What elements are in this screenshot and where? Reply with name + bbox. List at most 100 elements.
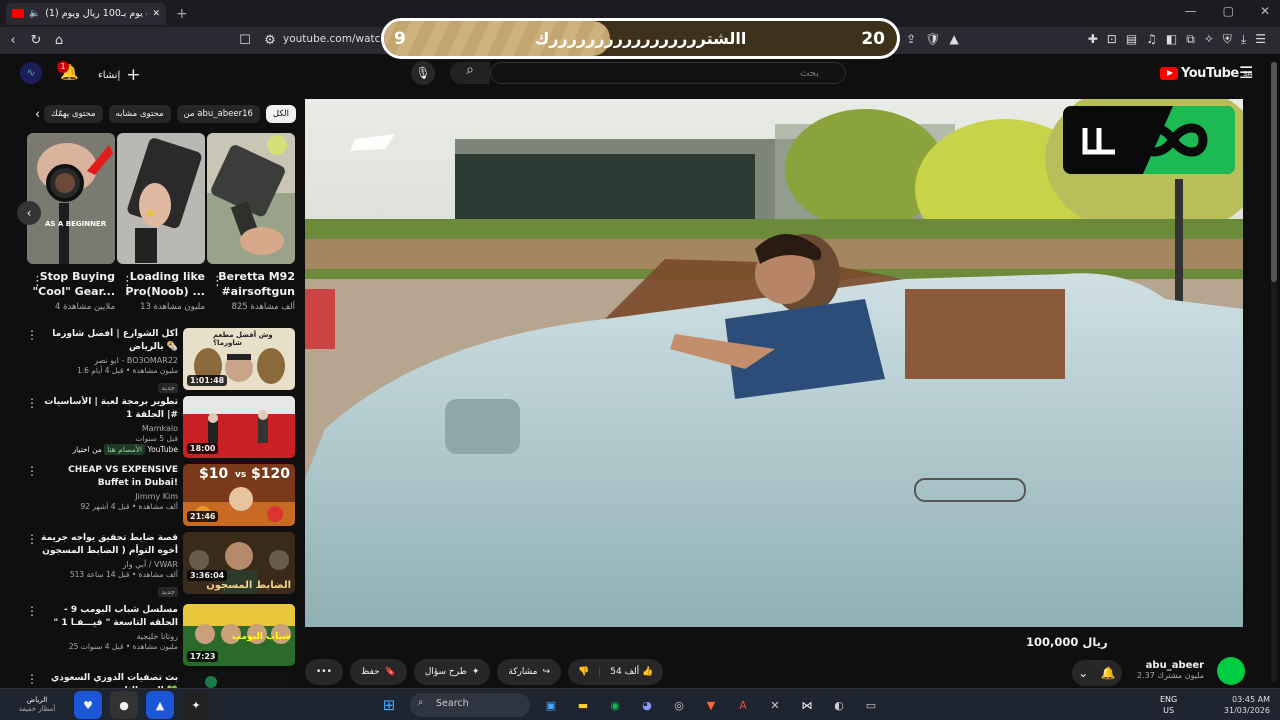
video-title[interactable]: بث تصفيات الدوري السعودي اليوم الثاني 💚: [38, 672, 178, 688]
obs-icon[interactable]: ◐: [828, 694, 850, 716]
app-icon[interactable]: ●: [110, 691, 138, 719]
channel-name[interactable]: abu_abeer: [1137, 660, 1204, 671]
browser-tab[interactable]: 🔈 (1) عشت يوم بـ100 ريال ويوم ✕: [6, 2, 166, 25]
close-tab-icon[interactable]: ✕: [152, 9, 160, 19]
video-player[interactable]: [305, 99, 1243, 627]
close-window-button[interactable]: ✕: [1260, 4, 1270, 18]
site-settings-icon[interactable]: ⚙: [260, 31, 280, 51]
recommendation-item[interactable]: $10 vs $120 21:46 CHEAP VS EXPENSIVE Buf…: [20, 464, 295, 526]
share-icon[interactable]: ⇪: [906, 32, 916, 47]
back-icon[interactable]: ‹: [3, 31, 23, 51]
windows-start-icon[interactable]: ⊞: [378, 694, 400, 716]
more-options-icon[interactable]: ⋮: [26, 672, 38, 686]
more-actions-button[interactable]: •••: [305, 659, 343, 685]
more-options-icon[interactable]: ⋮: [26, 604, 38, 618]
recommendation-item[interactable]: بث تصفيات الدوري السعودي اليوم الثاني 💚 …: [20, 672, 295, 688]
video-thumbnail[interactable]: $10 vs $120 21:46: [183, 464, 295, 526]
short-thumbnail[interactable]: [207, 133, 295, 264]
more-options-icon[interactable]: ⋮: [31, 274, 44, 289]
sidebar-icon[interactable]: ◧: [1166, 32, 1177, 47]
steam-icon[interactable]: ◎: [668, 694, 690, 716]
chevron-down-icon[interactable]: ⌄: [1078, 666, 1088, 680]
language-indicator[interactable]: ENG US: [1160, 694, 1177, 716]
recommendation-item[interactable]: شباب البومب 17:23 مسلسل شباب البومب 9 - …: [20, 604, 295, 666]
video-thumbnail[interactable]: وش أفضل مطعم شاورما؟ 1:01:48: [183, 328, 295, 390]
short-item[interactable]: Loading like Pro(Noob) ... 13 مليون مشاه…: [117, 133, 205, 312]
more-options-icon[interactable]: ⋮: [26, 396, 38, 410]
reader-icon[interactable]: ▤: [1126, 32, 1137, 47]
app-icon[interactable]: ✕: [764, 694, 786, 716]
short-thumbnail[interactable]: [117, 133, 205, 264]
channel-name[interactable]: روتانا خليجية: [38, 632, 178, 641]
recommendation-item[interactable]: الضابط المسجون 3:36:04 قصة ضابط تحقيق يو…: [20, 532, 295, 597]
recommendation-item[interactable]: وش أفضل مطعم شاورما؟ 1:01:48 أكل الشوارع…: [20, 328, 295, 393]
vpn-icon[interactable]: ⛨: [1223, 32, 1232, 47]
more-options-icon[interactable]: ⋮: [26, 532, 38, 546]
shield-icon[interactable]: 🛡: [925, 32, 940, 47]
reload-icon[interactable]: ↻: [26, 31, 46, 51]
channel-name[interactable]: Jimmy Kim: [38, 492, 178, 501]
task-view-icon[interactable]: ▣: [540, 694, 562, 716]
more-options-icon[interactable]: ⋮: [26, 464, 38, 478]
download-icon[interactable]: ⤓: [1241, 32, 1246, 47]
music-icon[interactable]: ♫: [1146, 32, 1157, 47]
scrollbar-thumb[interactable]: [1271, 62, 1277, 282]
system-clock[interactable]: 03:45 AM 31/03/2026: [1224, 694, 1270, 716]
short-item[interactable]: AS A BEGINNER Stop Buying "Cool" Gear...…: [27, 133, 115, 312]
short-thumbnail[interactable]: AS A BEGINNER: [27, 133, 115, 264]
channel-name[interactable]: آبي وار / VWAR: [38, 560, 178, 569]
more-options-icon[interactable]: ⋮: [211, 274, 224, 289]
extensions-icon[interactable]: ✚: [1088, 32, 1098, 47]
capcut-icon[interactable]: ⋈: [796, 694, 818, 716]
video-title[interactable]: قصة ضابط تحقيق يواجه جريمة أخوه التوأم (…: [38, 532, 178, 558]
more-options-icon[interactable]: ⋮: [121, 274, 134, 289]
ai-icon[interactable]: ✧: [1204, 32, 1214, 47]
short-item[interactable]: Beretta M92 #airsoftgun 825 ألف مشاهدة ⋮: [207, 133, 295, 312]
app-icon[interactable]: ▲: [146, 691, 174, 719]
guide-menu-icon[interactable]: ☰: [1239, 63, 1253, 82]
shorts-scroll-icon[interactable]: ‹: [17, 201, 41, 225]
voice-search-icon[interactable]: 🎙: [411, 61, 435, 85]
terminal-icon[interactable]: ▭: [860, 694, 882, 716]
taskbar-search[interactable]: ⌕ Search: [410, 693, 530, 717]
spotify-icon[interactable]: ◉: [604, 694, 626, 716]
chip-for-you[interactable]: محتوى يهمّك: [43, 105, 103, 123]
recommendation-item[interactable]: 18:00 تطوير برمجة لعبة | الأساسيات | الح…: [20, 396, 295, 458]
video-title[interactable]: مسلسل شباب البومب 9 - الحلقه التاسعة " ف…: [38, 604, 178, 630]
channel-avatar[interactable]: [1217, 657, 1245, 685]
bookmark-icon[interactable]: ☐: [235, 31, 255, 51]
dislike-icon[interactable]: 👎: [568, 667, 601, 677]
create-button[interactable]: إنشاء +: [98, 65, 140, 85]
video-title[interactable]: تطوير برمجة لعبة | الأساسيات | الحلقة 1#: [38, 396, 178, 422]
ask-button[interactable]: طرح سؤال ✦: [413, 659, 491, 685]
speaker-icon[interactable]: 🔈: [29, 9, 40, 19]
channel-info[interactable]: abu_abeer 2.37 مليون مشترك: [1137, 660, 1204, 680]
accessibility-icon[interactable]: ✦: [182, 691, 210, 719]
search-button[interactable]: ⌕: [450, 62, 490, 84]
app-icon[interactable]: A: [732, 694, 754, 716]
like-button[interactable]: 54 ألف 👍: [600, 667, 663, 677]
file-explorer-icon[interactable]: ▬: [572, 694, 594, 716]
discord-icon[interactable]: ◕: [636, 694, 658, 716]
app-icon[interactable]: ♥: [74, 691, 102, 719]
video-thumbnail[interactable]: [183, 672, 295, 688]
video-title[interactable]: CHEAP VS EXPENSIVE Buffet in Dubai!: [38, 464, 178, 490]
video-title[interactable]: أكل الشوارع | أفضل شاورما بالرياض 🌯: [38, 328, 178, 354]
account-avatar[interactable]: ∿: [20, 62, 42, 84]
maximize-button[interactable]: ▢: [1223, 4, 1234, 18]
tab-search-icon[interactable]: ⧉: [1186, 32, 1195, 47]
new-tab-button[interactable]: +: [176, 6, 188, 22]
search-input[interactable]: بحث: [490, 62, 846, 84]
video-thumbnail[interactable]: 18:00: [183, 396, 295, 458]
save-button[interactable]: حفظ 🔖: [349, 659, 407, 685]
chip-related[interactable]: محتوى مشابه: [108, 105, 171, 123]
page-scrollbar[interactable]: [1271, 62, 1277, 682]
video-thumbnail[interactable]: الضابط المسجون 3:36:04: [183, 532, 295, 594]
menu-icon[interactable]: ☰: [1255, 32, 1266, 47]
chip-from-channel[interactable]: من abu_abeer16: [176, 105, 260, 123]
chip-all[interactable]: الكل: [265, 105, 296, 123]
screenshot-icon[interactable]: ⊡: [1107, 32, 1117, 47]
rewards-icon[interactable]: ▲: [949, 32, 958, 47]
share-button[interactable]: مشاركة ↪: [497, 659, 562, 685]
channel-name[interactable]: ابو نصر - BO3OMAR22: [38, 356, 178, 365]
